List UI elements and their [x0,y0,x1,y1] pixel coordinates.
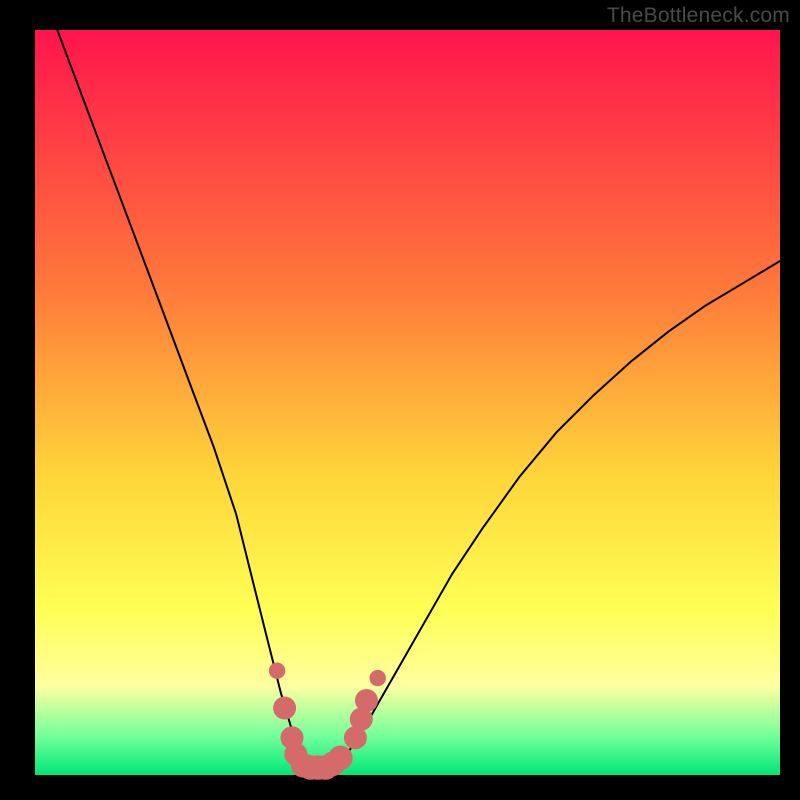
watermark-label: TheBottleneck.com [607,4,790,28]
curve-marker [370,670,386,686]
curve-marker [269,663,285,679]
curve-marker [273,697,296,720]
chart-canvas: TheBottleneck.com [0,0,800,800]
curve-marker [328,746,353,771]
curve-marker [355,689,378,712]
heatmap-background [35,30,780,775]
bottleneck-plot [0,0,800,800]
